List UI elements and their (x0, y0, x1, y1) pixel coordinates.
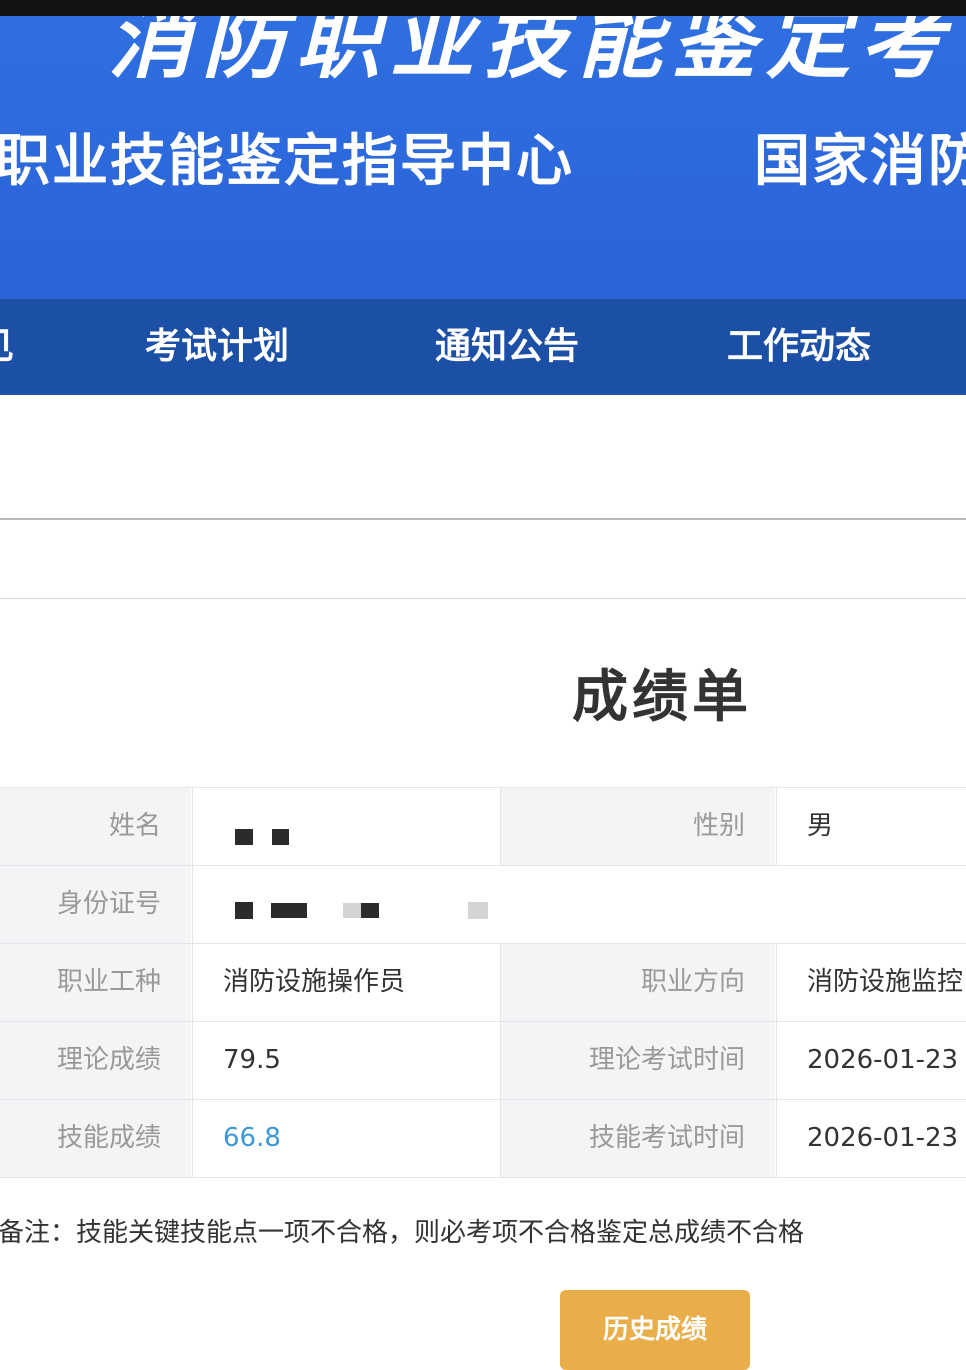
site-subtitle-right: 国家消防 (754, 129, 966, 194)
gender-label: 性别 (500, 788, 775, 865)
nav-item-exam-plan[interactable]: 考试计划 (145, 299, 289, 395)
redaction-mark (468, 902, 488, 919)
nav-item-work-news[interactable]: 工作动态 (727, 299, 871, 395)
occupation-value: 消防设施操作员 (192, 944, 499, 1021)
id-number-label: 身份证号 (0, 866, 191, 943)
skill-exam-time-value: 2026-01-23 (776, 1100, 966, 1177)
redaction-mark (271, 903, 307, 918)
header-banner: 消防职业技能鉴定考 职业技能鉴定指导中心 国家消防 (0, 16, 966, 299)
score-table: 姓名 性别 男 身份证号 职业工种 消防设施操作员 职业方向 消防设施监控 理论… (0, 787, 966, 1178)
occupation-label: 职业工种 (0, 944, 191, 1021)
skill-score-label: 技能成绩 (0, 1100, 191, 1177)
report-note: 备注：技能关键技能点一项不合格，则必考项不合格鉴定总成绩不合格 (0, 1218, 805, 1248)
id-number-value (192, 866, 966, 943)
skill-exam-time-label: 技能考试时间 (500, 1100, 775, 1177)
skill-score-value: 66.8 (192, 1100, 499, 1177)
history-scores-button[interactable]: 历史成绩 (560, 1290, 750, 1370)
redaction-mark (235, 829, 253, 845)
table-row-skill: 技能成绩 66.8 技能考试时间 2026-01-23 (0, 1100, 966, 1178)
table-row-name: 姓名 性别 男 (0, 788, 966, 866)
nav-item-notices[interactable]: 通知公告 (435, 299, 579, 395)
report-title: 成绩单 (572, 665, 752, 730)
table-row-occupation: 职业工种 消防设施操作员 职业方向 消防设施监控 (0, 944, 966, 1022)
gender-value: 男 (776, 788, 966, 865)
theory-exam-time-value: 2026-01-23 (776, 1022, 966, 1099)
theory-score-value: 79.5 (192, 1022, 499, 1099)
top-strip (0, 0, 966, 16)
redaction-mark (272, 829, 289, 845)
direction-value: 消防设施监控 (776, 944, 966, 1021)
theory-score-label: 理论成绩 (0, 1022, 191, 1099)
nav-item-partial[interactable]: 见 (0, 299, 14, 395)
theory-exam-time-label: 理论考试时间 (500, 1022, 775, 1099)
name-value (192, 788, 499, 865)
divider (0, 518, 966, 520)
redaction-mark (343, 903, 361, 918)
redaction-mark (235, 902, 253, 919)
main-nav: 见 考试计划 通知公告 工作动态 (0, 299, 966, 395)
table-row-theory: 理论成绩 79.5 理论考试时间 2026-01-23 (0, 1022, 966, 1100)
divider (0, 598, 966, 599)
site-title: 消防职业技能鉴定考 (108, 16, 955, 90)
name-label: 姓名 (0, 788, 191, 865)
site-subtitle-left: 职业技能鉴定指导中心 (0, 129, 574, 194)
redaction-mark (361, 903, 379, 918)
direction-label: 职业方向 (500, 944, 775, 1021)
table-row-id: 身份证号 (0, 866, 966, 944)
